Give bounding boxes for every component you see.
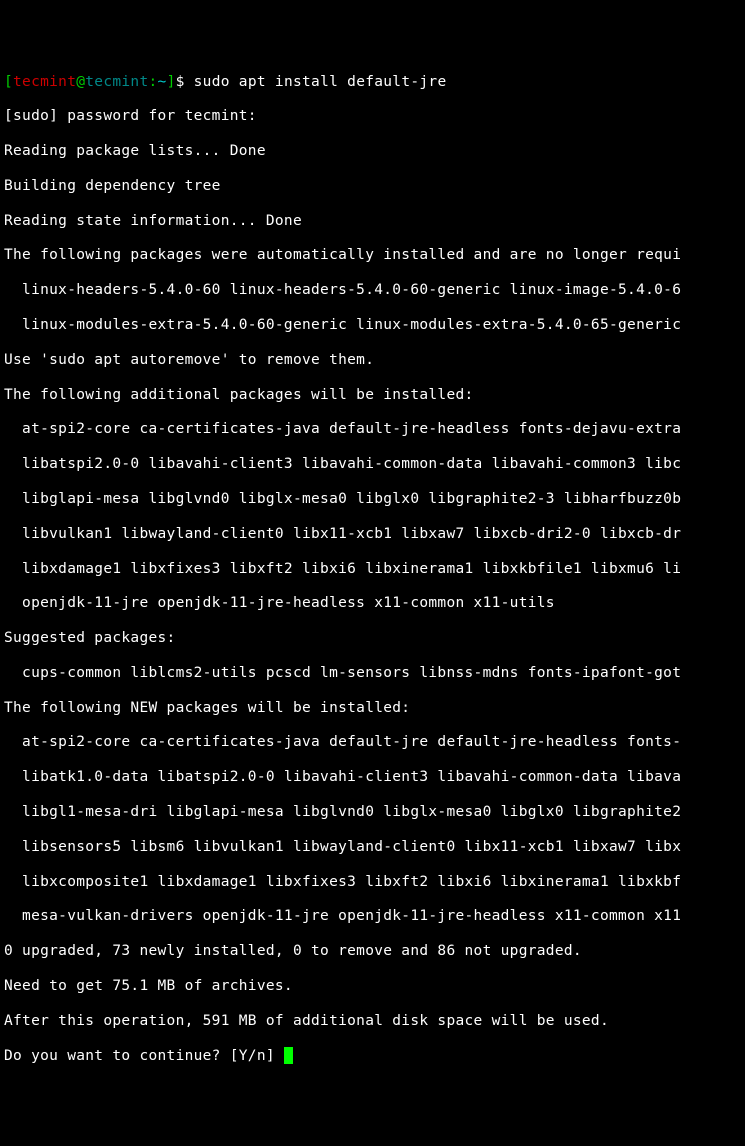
output-line: The following additional packages will b… — [4, 387, 741, 404]
output-line: The following packages were automaticall… — [4, 247, 741, 264]
prompt-line: [tecmint@tecmint:~]$ sudo apt install de… — [4, 74, 741, 91]
output-line: libgl1-mesa-dri libglapi-mesa libglvnd0 … — [4, 804, 741, 821]
command-text[interactable]: sudo apt install default-jre — [185, 74, 447, 90]
prompt-colon: : — [149, 74, 158, 90]
output-line: linux-modules-extra-5.4.0-60-generic lin… — [4, 317, 741, 334]
output-line: cups-common liblcms2-utils pcscd lm-sens… — [4, 665, 741, 682]
output-line: Need to get 75.1 MB of archives. — [4, 978, 741, 995]
confirm-prompt-line[interactable]: Do you want to continue? [Y/n] — [4, 1047, 741, 1065]
prompt-tilde: ~ — [158, 74, 167, 90]
prompt-rbracket: ] — [167, 74, 176, 90]
prompt-user: tecmint — [13, 74, 76, 90]
output-line: libxdamage1 libxfixes3 libxft2 libxi6 li… — [4, 561, 741, 578]
output-line: Suggested packages: — [4, 630, 741, 647]
output-line: 0 upgraded, 73 newly installed, 0 to rem… — [4, 943, 741, 960]
prompt-lbracket: [ — [4, 74, 13, 90]
output-line: libxcomposite1 libxdamage1 libxfixes3 li… — [4, 874, 741, 891]
output-line: Building dependency tree — [4, 178, 741, 195]
output-line: Reading package lists... Done — [4, 143, 741, 160]
output-line: mesa-vulkan-drivers openjdk-11-jre openj… — [4, 908, 741, 925]
output-line: libsensors5 libsm6 libvulkan1 libwayland… — [4, 839, 741, 856]
output-line: Reading state information... Done — [4, 213, 741, 230]
output-line: libatspi2.0-0 libavahi-client3 libavahi-… — [4, 456, 741, 473]
output-line: at-spi2-core ca-certificates-java defaul… — [4, 421, 741, 438]
output-line: The following NEW packages will be insta… — [4, 700, 741, 717]
prompt-dollar: $ — [176, 74, 185, 90]
output-line: linux-headers-5.4.0-60 linux-headers-5.4… — [4, 282, 741, 299]
output-line: libvulkan1 libwayland-client0 libx11-xcb… — [4, 526, 741, 543]
cursor-icon — [284, 1047, 293, 1064]
output-line: at-spi2-core ca-certificates-java defaul… — [4, 734, 741, 751]
output-line: libglapi-mesa libglvnd0 libglx-mesa0 lib… — [4, 491, 741, 508]
confirm-prompt-text: Do you want to continue? [Y/n] — [4, 1048, 284, 1064]
output-line: After this operation, 591 MB of addition… — [4, 1013, 741, 1030]
output-line: openjdk-11-jre openjdk-11-jre-headless x… — [4, 595, 741, 612]
prompt-at: @ — [76, 74, 85, 90]
output-line: libatk1.0-data libatspi2.0-0 libavahi-cl… — [4, 769, 741, 786]
output-line: [sudo] password for tecmint: — [4, 108, 741, 125]
output-line: Use 'sudo apt autoremove' to remove them… — [4, 352, 741, 369]
prompt-host: tecmint — [85, 74, 148, 90]
